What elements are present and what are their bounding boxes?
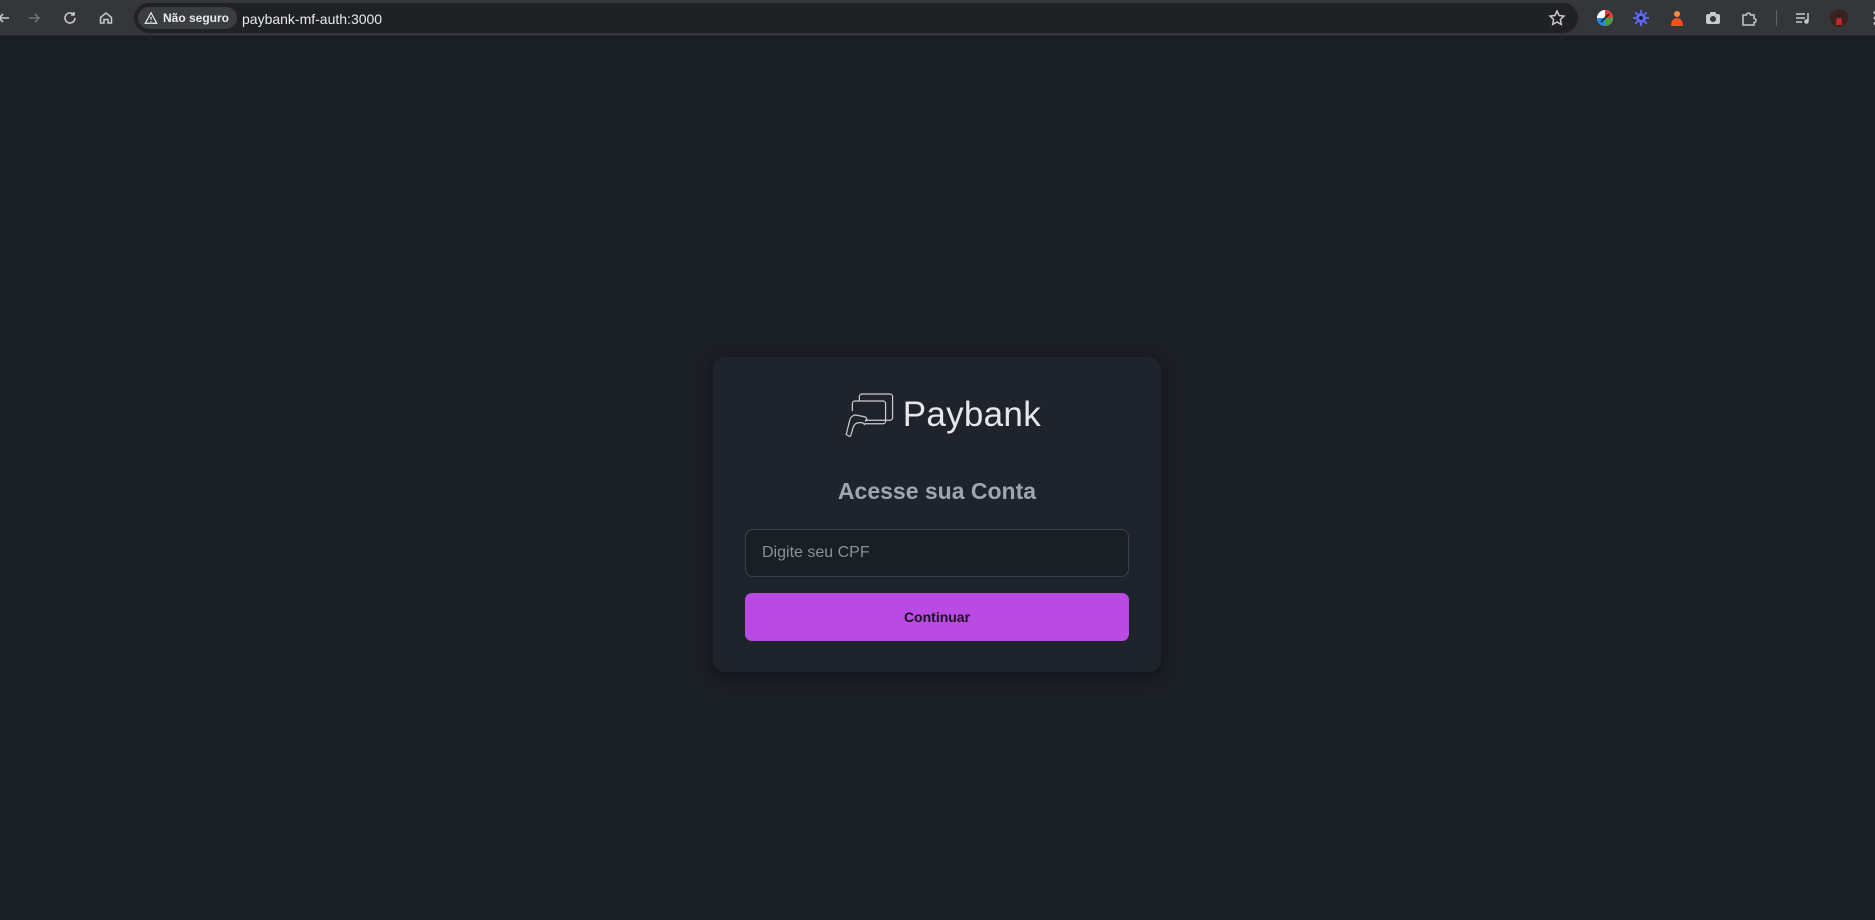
toolbar-divider <box>1776 10 1777 26</box>
extensions-button[interactable] <box>1740 9 1758 27</box>
security-indicator[interactable]: Não seguro <box>138 7 238 29</box>
media-queue-button[interactable] <box>1794 9 1812 27</box>
paybank-logo: Paybank <box>841 387 1041 443</box>
url-text[interactable]: paybank-mf-auth:3000 <box>242 11 382 27</box>
reload-icon <box>64 12 76 24</box>
more-menu-icon <box>1873 11 1875 25</box>
cpf-input[interactable] <box>745 529 1129 577</box>
address-bar[interactable]: Não seguro paybank-mf-auth:3000 <box>134 3 1578 33</box>
warning-triangle-icon <box>144 11 158 24</box>
profile-avatar-icon <box>1830 9 1848 27</box>
color-wheel-extension[interactable] <box>1596 9 1614 27</box>
login-card: Paybank Acesse sua Conta Continuar <box>713 357 1161 672</box>
orange-figure-icon <box>1671 11 1683 26</box>
home-button[interactable] <box>94 6 118 30</box>
browser-toolbar: Não seguro paybank-mf-auth:3000 <box>0 0 1875 36</box>
arrow-right-icon <box>29 13 41 23</box>
back-button[interactable] <box>0 6 16 30</box>
media-queue-icon <box>1796 13 1809 24</box>
gear-extension[interactable] <box>1632 9 1650 27</box>
home-icon <box>99 12 113 24</box>
continue-button[interactable]: Continuar <box>745 593 1129 641</box>
page-viewport: Paybank Acesse sua Conta Continuar <box>0 36 1875 920</box>
page-title: Acesse sua Conta <box>837 478 1037 504</box>
brand-name: Paybank <box>902 395 1041 434</box>
reload-button[interactable] <box>58 6 82 30</box>
more-menu-button[interactable] <box>1866 9 1875 27</box>
camera-icon <box>1706 12 1720 24</box>
star-icon[interactable] <box>1548 9 1566 27</box>
card-hand-logo-icon <box>845 393 894 437</box>
camera-extension[interactable] <box>1704 9 1722 27</box>
arrow-left-icon <box>0 13 9 23</box>
figure-extension[interactable] <box>1668 9 1686 27</box>
color-wheel-icon <box>1597 10 1613 26</box>
security-label: Não seguro <box>163 11 230 25</box>
blue-gear-icon <box>1633 10 1649 26</box>
forward-button[interactable] <box>22 6 46 30</box>
profile-button[interactable] <box>1830 9 1848 27</box>
puzzle-icon <box>1742 12 1757 26</box>
